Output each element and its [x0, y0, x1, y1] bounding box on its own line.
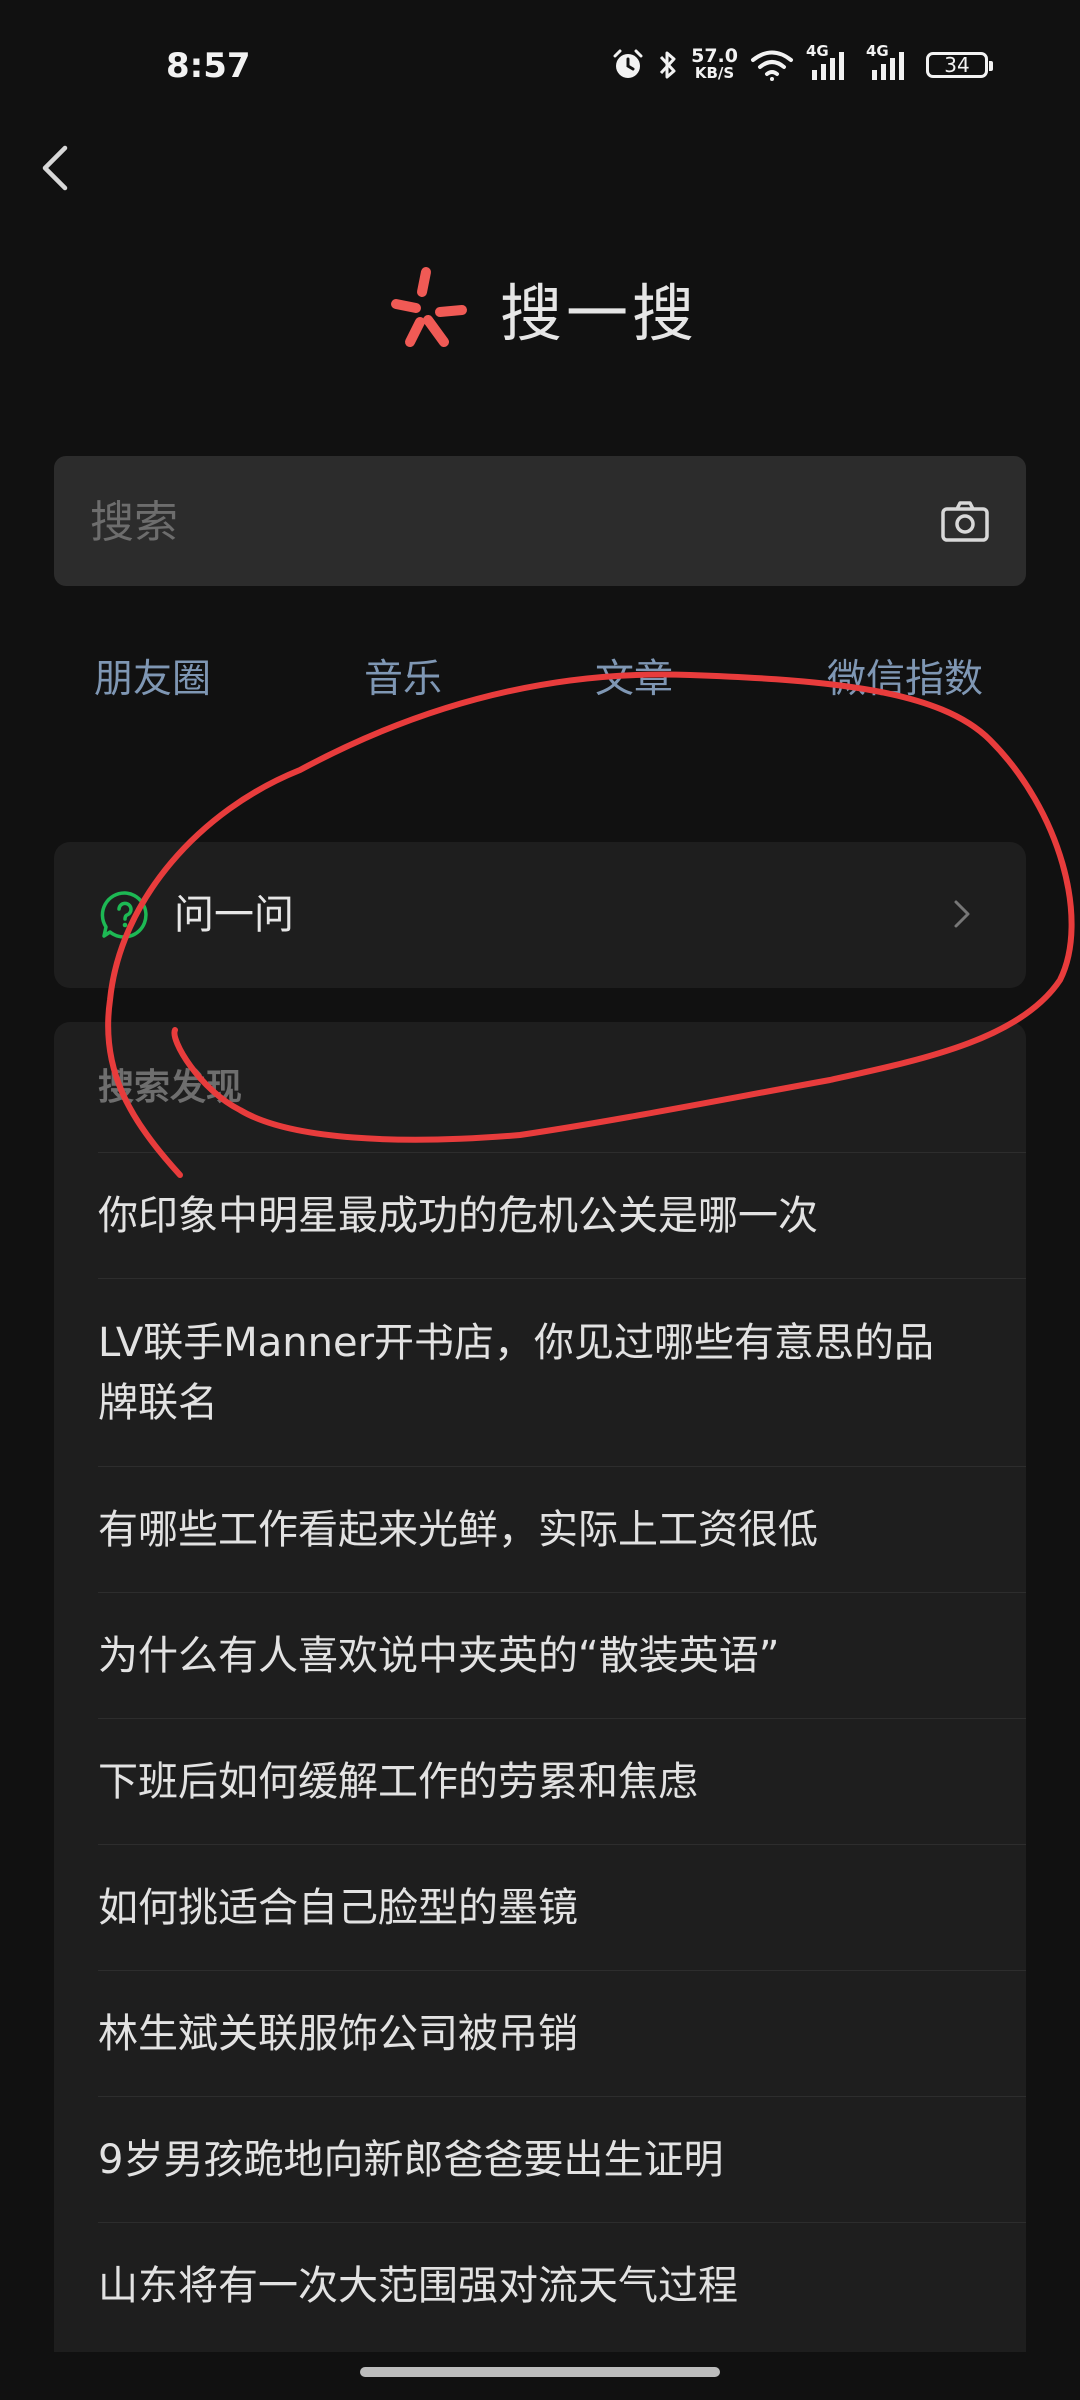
network-speed-value: 57.0 — [691, 45, 738, 67]
discover-item[interactable]: 林生斌关联服饰公司被吊销 — [98, 1970, 1026, 2096]
discover-item[interactable]: 山东将有一次大范围强对流天气过程 — [98, 2222, 1026, 2348]
bluetooth-icon — [660, 51, 676, 79]
signal-icon-1: 4G — [806, 42, 854, 82]
discover-item[interactable]: 9岁男孩跪地向新郎爸爸要出生证明 — [98, 2096, 1026, 2222]
signal-icon-2: 4G — [866, 42, 914, 82]
ask-card[interactable]: 问一问 — [54, 842, 1026, 988]
title-row: 搜一搜 — [0, 258, 1080, 358]
discover-card: 搜索发现 你印象中明星最成功的危机公关是哪一次 LV联手Manner开书店，你见… — [54, 1022, 1026, 2352]
chevron-right-icon — [954, 900, 970, 928]
category-wechat-index[interactable]: 微信指数 — [827, 640, 983, 720]
back-button[interactable] — [30, 138, 90, 198]
wifi-icon — [751, 50, 793, 81]
discover-list: 你印象中明星最成功的危机公关是哪一次 LV联手Manner开书店，你见过哪些有意… — [98, 1152, 1026, 2348]
signal-label: 4G — [806, 42, 829, 60]
discover-item[interactable]: 下班后如何缓解工作的劳累和焦虑 — [98, 1718, 1026, 1844]
discover-item[interactable]: 如何挑适合自己脸型的墨镜 — [98, 1844, 1026, 1970]
battery-icon: 34 — [926, 52, 993, 78]
home-indicator[interactable] — [360, 2367, 720, 2377]
discover-item[interactable]: LV联手Manner开书店，你见过哪些有意思的品牌联名 — [98, 1278, 1026, 1466]
ask-label: 问一问 — [174, 892, 294, 938]
camera-icon — [941, 501, 989, 542]
network-speed-unit: KB/S — [694, 64, 735, 82]
sou-logo-icon — [390, 267, 467, 347]
discover-title: 搜索发现 — [98, 1067, 243, 1108]
category-tabs: 朋友圈 音乐 文章 微信指数 — [0, 640, 1080, 720]
search-input[interactable] — [88, 456, 932, 588]
signal-label: 4G — [866, 42, 889, 60]
status-icons: 57.0 KB/S 4G 4G 34 — [611, 42, 993, 85]
alarm-icon — [613, 49, 643, 78]
category-music[interactable]: 音乐 — [364, 640, 442, 720]
question-bubble-icon — [100, 891, 148, 939]
status-time: 8:57 — [166, 46, 251, 86]
page-title: 搜一搜 — [499, 277, 698, 350]
chevron-left-icon — [42, 145, 68, 191]
camera-button[interactable] — [940, 496, 990, 546]
search-box[interactable] — [54, 456, 1026, 588]
status-bar: 8:57 57.0 KB/S 4G 4G 34 — [0, 0, 1080, 140]
network-speed: 57.0 KB/S — [691, 45, 738, 82]
category-articles[interactable]: 文章 — [595, 640, 673, 720]
discover-item[interactable]: 你印象中明星最成功的危机公关是哪一次 — [98, 1152, 1026, 1278]
discover-item[interactable]: 为什么有人喜欢说中夹英的“散装英语” — [98, 1592, 1026, 1718]
category-moments[interactable]: 朋友圈 — [94, 640, 211, 720]
discover-item[interactable]: 有哪些工作看起来光鲜，实际上工资很低 — [98, 1466, 1026, 1592]
battery-level: 34 — [944, 53, 970, 77]
